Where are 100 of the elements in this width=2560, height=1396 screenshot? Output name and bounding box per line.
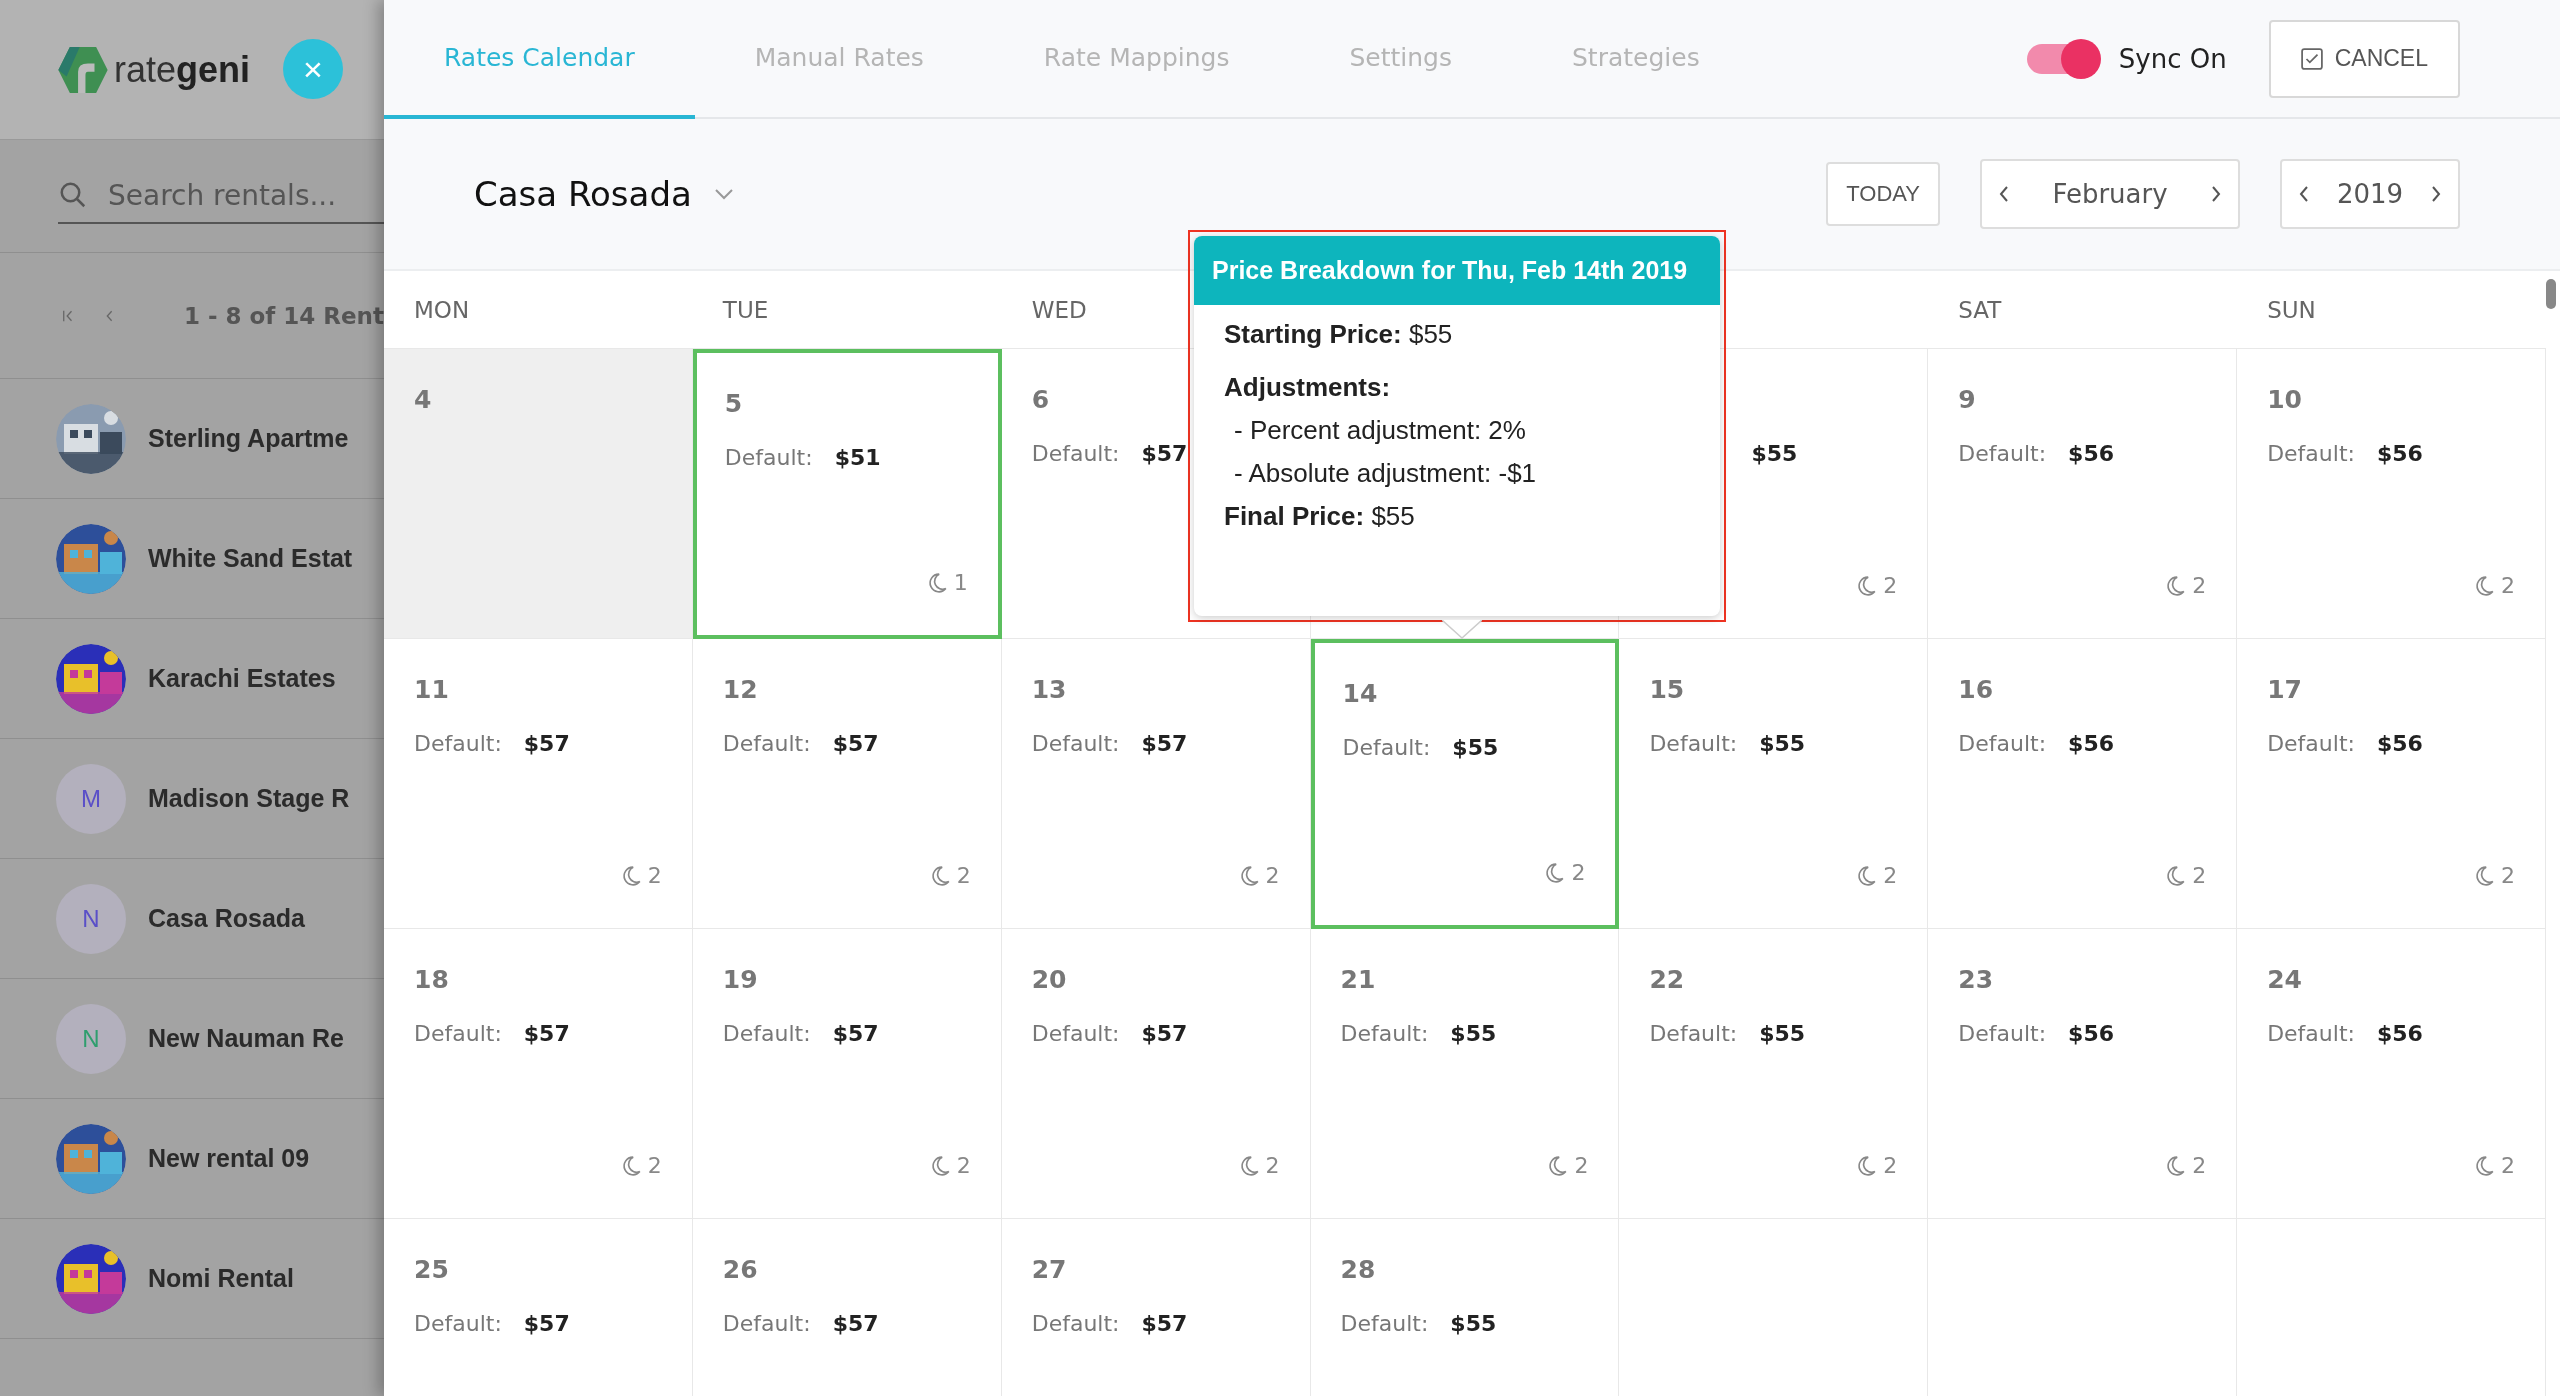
day-number: 25	[414, 1255, 450, 1286]
day-number: 28	[1340, 1255, 1377, 1286]
moon-icon	[1546, 1154, 1569, 1177]
avatar-letter: N	[56, 883, 126, 954]
rate-label: Default:	[1031, 1311, 1120, 1336]
min-nights: 2	[647, 863, 662, 888]
price: $57	[523, 731, 570, 756]
min-nights: 2	[1883, 1153, 1898, 1178]
moon-icon	[1855, 574, 1878, 597]
day-cell[interactable]: 27 Default: $57	[1001, 1219, 1311, 1396]
price: $55	[1450, 1021, 1497, 1046]
day-cell[interactable]: 18 Default: $57 2	[384, 929, 693, 1219]
tooltip-line: Starting Price: $55	[1224, 319, 1454, 350]
property-select[interactable]: Casa Rosada	[474, 174, 734, 214]
min-nights: 2	[2192, 1153, 2207, 1178]
price: $57	[523, 1311, 570, 1336]
day-cell[interactable]: 19 Default: $57 2	[692, 929, 1002, 1219]
day-cell[interactable]: 13 Default: $57 2	[1001, 639, 1311, 929]
day-cell[interactable]: 15 Default: $55 2	[1619, 639, 1929, 929]
search-field[interactable]: Search rentals...	[108, 168, 384, 222]
caret-icon	[713, 188, 734, 200]
day-number: 10	[2267, 385, 2303, 416]
min-nights: 2	[1571, 860, 1586, 885]
day-number: 24	[2267, 965, 2303, 996]
day-number: 16	[1958, 675, 1995, 706]
price: $56	[2068, 441, 2114, 466]
month-picker[interactable]: February	[1980, 159, 2240, 229]
price: $57	[1141, 1311, 1188, 1336]
next-icon[interactable]	[2210, 184, 2222, 204]
previous-icon[interactable]	[1998, 184, 2010, 204]
day-cell[interactable]: 17 Default: $56 2	[2237, 639, 2546, 929]
checkbox-icon	[2300, 47, 2323, 70]
scrollbar-thumb[interactable]	[2546, 279, 2556, 309]
min-nights: 2	[1883, 863, 1898, 888]
day-cell[interactable]: 25 Default: $57	[384, 1219, 693, 1396]
weekday-label: WED	[1031, 296, 1087, 323]
day-number: 26	[722, 1255, 759, 1286]
price: $56	[2068, 731, 2114, 756]
rate-label: Default:	[1958, 731, 2047, 756]
min-nights: 2	[2192, 573, 2207, 598]
day-number: 18	[414, 965, 450, 996]
price: $56	[2376, 1021, 2423, 1046]
day-number: 4	[414, 385, 433, 416]
weekday-label: SUN	[2267, 296, 2316, 323]
rate-label: Default:	[1340, 1311, 1429, 1336]
rate-label: Default:	[722, 1021, 811, 1046]
rental-item[interactable]: New rental 09	[0, 1099, 384, 1219]
sync-label: Sync On	[2118, 43, 2227, 74]
moon-icon	[2164, 574, 2187, 597]
min-nights: 2	[956, 863, 971, 888]
price: $55	[1450, 1311, 1497, 1336]
day-cell[interactable]: 26 Default: $57	[692, 1219, 1002, 1396]
rental-item[interactable]: N Casa Rosada	[0, 859, 384, 979]
price: $55	[1759, 731, 1806, 756]
logo-text: rategeni	[114, 48, 251, 91]
cancel-button[interactable]: CANCEL	[2268, 19, 2460, 98]
pagination-text: 1 - 8 of 14 Rent	[183, 302, 384, 329]
avatar-letter: N	[56, 1003, 126, 1074]
rental-item[interactable]: White Sand Estat	[0, 499, 384, 619]
day-cell[interactable]: 20 Default: $57 2	[1001, 929, 1311, 1219]
moon-icon	[2473, 1154, 2495, 1177]
sync-toggle[interactable]	[2026, 38, 2101, 79]
moon-icon	[2164, 864, 2187, 887]
rental-item[interactable]: M Madison Stage R	[0, 739, 384, 859]
moon-icon	[2473, 574, 2495, 597]
day-cell[interactable]: 9 Default: $56 2	[1928, 349, 2238, 639]
previous-icon[interactable]	[2298, 184, 2310, 204]
next-icon[interactable]	[2430, 184, 2442, 204]
day-cell[interactable]: 11 Default: $57 2	[384, 639, 693, 929]
price: $57	[1141, 731, 1188, 756]
day-cell[interactable]: 5 Default: $51 1	[692, 349, 1002, 639]
rental-item[interactable]: Sterling Apartme	[0, 379, 384, 499]
rental-item[interactable]: N New Nauman Re	[0, 979, 384, 1099]
day-cell[interactable]: 4	[384, 349, 693, 639]
day-number: 11	[414, 675, 450, 706]
rate-label: Default:	[1031, 441, 1120, 466]
day-cell[interactable]: 16 Default: $56 2	[1928, 639, 2238, 929]
tooltip-title: Price Breakdown for Thu, Feb 14th 2019	[1194, 236, 1720, 305]
day-cell[interactable]: 14 Default: $55 2	[1310, 639, 1620, 929]
price: $55	[1759, 1021, 1806, 1046]
moon-icon	[2473, 864, 2495, 887]
day-cell[interactable]: 21 Default: $55 2	[1310, 929, 1620, 1219]
rate-label: Default:	[414, 1021, 502, 1046]
tooltip-arrow-icon	[1442, 620, 1482, 640]
moon-icon	[1855, 864, 1878, 887]
day-number: 5	[724, 389, 744, 420]
price: $55	[1452, 735, 1499, 760]
today-button[interactable]: TODAY	[1826, 162, 1940, 226]
min-nights: 2	[2501, 863, 2515, 888]
year-picker[interactable]: 2019	[2280, 159, 2460, 229]
price: $57	[523, 1021, 570, 1046]
rental-item[interactable]: Nomi Rental	[0, 1219, 384, 1339]
rental-item[interactable]: Karachi Estates	[0, 619, 384, 739]
min-nights: 2	[1883, 573, 1898, 598]
min-nights: 2	[2192, 863, 2207, 888]
min-nights: 2	[1574, 1153, 1589, 1178]
avatar-letter: M	[56, 763, 126, 834]
search-icon	[58, 180, 88, 210]
day-cell[interactable]: 10 Default: $56 2	[2237, 349, 2546, 639]
day-cell[interactable]: 12 Default: $57 2	[692, 639, 1002, 929]
